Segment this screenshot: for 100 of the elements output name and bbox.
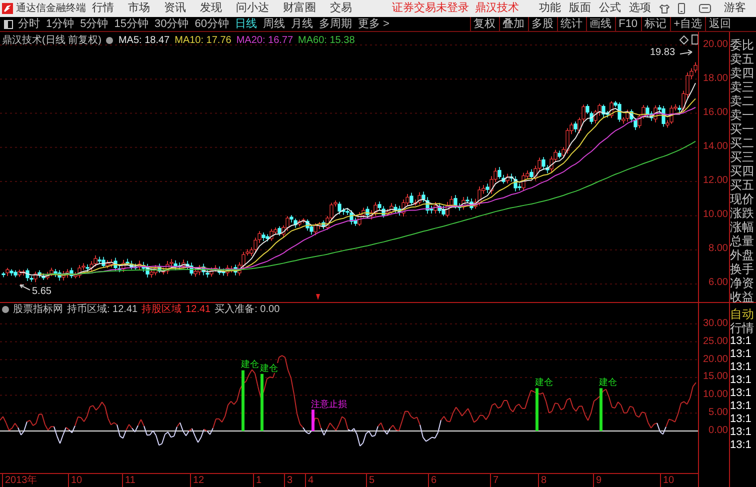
quote-field-label: 收益 <box>730 290 755 304</box>
period-tab[interactable]: 15分钟 <box>114 16 148 32</box>
date-axis-label: 4 <box>305 474 314 487</box>
price-axis-label: 6.00 <box>708 277 729 289</box>
signal-label: 建仓 <box>260 362 278 373</box>
moving-average-label: MA10: 17.76 <box>174 34 232 48</box>
trade-mode-label[interactable]: 自动 <box>730 307 756 321</box>
indicator-axis-label: 5.00 <box>708 407 729 420</box>
date-axis-label: 5 <box>366 474 375 487</box>
quote-field-label: 买三 <box>730 150 755 164</box>
period-tab[interactable]: 周线 <box>263 16 285 32</box>
quote-field-label: 涨幅 <box>730 220 755 234</box>
quote-field-label: 委比 <box>730 38 755 52</box>
date-axis-label: 11 <box>122 474 136 487</box>
date-axis-label: 12 <box>190 474 204 487</box>
quote-field-label: 外盘 <box>730 248 755 262</box>
signal-label: 建仓 <box>535 377 553 388</box>
indicator-value: 12.41 <box>186 303 211 317</box>
quote-field-label: 涨跌 <box>730 206 755 220</box>
date-axis-label: 8 <box>538 474 547 487</box>
trade-time: 13:1 <box>730 361 752 374</box>
trade-time: 13:1 <box>730 413 752 426</box>
menu-item[interactable]: 选项 <box>629 2 651 15</box>
menu-item[interactable]: 问小达 <box>236 2 269 15</box>
moving-average-label: MA5: 18.47 <box>118 34 170 48</box>
date-axis-label: 6 <box>428 474 437 487</box>
toolbar-button[interactable]: 画线 <box>586 16 615 32</box>
quote-field-label: 换手 <box>730 262 755 276</box>
trade-time: 13:1 <box>730 426 752 439</box>
quote-field-label: 卖五 <box>730 52 755 66</box>
date-axis-label: 3 <box>284 474 293 487</box>
toolbar-button[interactable]: 多股 <box>528 16 557 32</box>
price-axis-label: 8.00 <box>708 243 729 255</box>
menu-item[interactable]: 交易 <box>330 2 352 15</box>
price-axis-label: 10.00 <box>702 209 729 221</box>
signal-label: 建仓 <box>599 377 617 388</box>
login-status[interactable]: 证券交易未登录 <box>392 2 469 15</box>
date-axis-label: 1 <box>253 474 262 487</box>
quote-field-label: 卖二 <box>730 94 755 108</box>
period-tab[interactable]: 1分钟 <box>46 16 74 32</box>
trade-time: 13:1 <box>730 400 752 413</box>
indicator-value: 买入准备: 0.00 <box>214 302 280 317</box>
toolbar-button[interactable]: 返回 <box>705 16 734 32</box>
indicator-axis-label: 20.00 <box>702 354 729 366</box>
toolbar-button[interactable]: F10 <box>614 16 641 32</box>
period-tab[interactable]: 多周期 <box>319 16 352 32</box>
indicator-value: 持股区域 <box>142 302 182 317</box>
user-name[interactable]: 游客 <box>724 2 746 15</box>
quote-field-label: 卖三 <box>730 80 755 94</box>
quote-field-label: 买二 <box>730 136 755 150</box>
period-tab[interactable]: 5分钟 <box>80 16 108 32</box>
menu-item[interactable]: 资讯 <box>164 2 186 15</box>
trade-time: 13:1 <box>730 374 752 387</box>
menu-item[interactable]: 发现 <box>200 2 222 15</box>
menu-item[interactable]: 版面 <box>569 2 591 15</box>
date-axis-label: 9 <box>593 474 602 487</box>
quote-field-label: 总量 <box>730 234 755 248</box>
trade-time: 13:1 <box>730 387 752 400</box>
indicator-value: 持币区域: 12.41 <box>67 302 138 317</box>
indicator-axis-label: 0.00 <box>708 424 729 437</box>
price-axis-label: 14.00 <box>702 141 729 153</box>
quote-field-label: 卖四 <box>730 66 755 80</box>
app-title: 通达信金融终端 <box>16 2 86 15</box>
moving-average-label: MA20: 16.77 <box>236 34 294 48</box>
toolbar-button[interactable]: 叠加 <box>498 16 528 32</box>
price-axis-label: 12.00 <box>702 175 729 187</box>
toolbar-button[interactable]: 统计 <box>556 16 586 32</box>
quote-field-label: 卖一 <box>730 108 755 122</box>
menu-item[interactable]: 市场 <box>128 2 150 15</box>
indicator-axis-label: 15.00 <box>702 371 729 384</box>
period-tab[interactable]: 日线 <box>235 16 257 32</box>
quote-field-label: 买五 <box>730 178 755 192</box>
menu-item[interactable]: 财富圈 <box>283 2 316 15</box>
signal-label: 建仓 <box>241 359 259 370</box>
toolbar-button[interactable]: +自选 <box>670 16 705 32</box>
period-tab[interactable]: 60分钟 <box>194 16 229 32</box>
quote-field-label: 买一 <box>730 122 755 136</box>
period-tab[interactable]: 分时 <box>18 16 40 32</box>
indicator-axis-label: 25.00 <box>702 336 729 348</box>
date-axis-label: 10 <box>68 474 82 487</box>
low-price-label: 5.65 <box>32 285 52 299</box>
date-axis-label: 10 <box>660 474 674 487</box>
price-axis-label: 16.00 <box>702 107 729 119</box>
date-axis-label: 2013年 <box>2 474 38 487</box>
toolbar-button[interactable]: 标记 <box>640 16 670 32</box>
quote-field-label: 现价 <box>730 192 755 206</box>
moving-average-label: MA60: 15.38 <box>298 34 355 48</box>
indicator-axis-label: 30.00 <box>702 318 729 330</box>
more-link[interactable]: 更多 > <box>358 16 390 32</box>
indicator-axis-label: 10.00 <box>702 389 729 402</box>
trade-time: 13:1 <box>730 348 752 361</box>
menu-item[interactable]: 功能 <box>539 2 561 15</box>
menu-item[interactable]: 行情 <box>92 2 114 15</box>
period-tab[interactable]: 月线 <box>291 16 313 32</box>
toolbar-button[interactable]: 复权 <box>470 16 499 32</box>
period-tab[interactable]: 30分钟 <box>154 16 189 32</box>
trade-panel-title: 行情 <box>730 321 755 335</box>
menu-item[interactable]: 公式 <box>599 2 621 15</box>
quote-field-label: 买四 <box>730 164 755 178</box>
quote-field-label: 净资 <box>730 276 755 290</box>
